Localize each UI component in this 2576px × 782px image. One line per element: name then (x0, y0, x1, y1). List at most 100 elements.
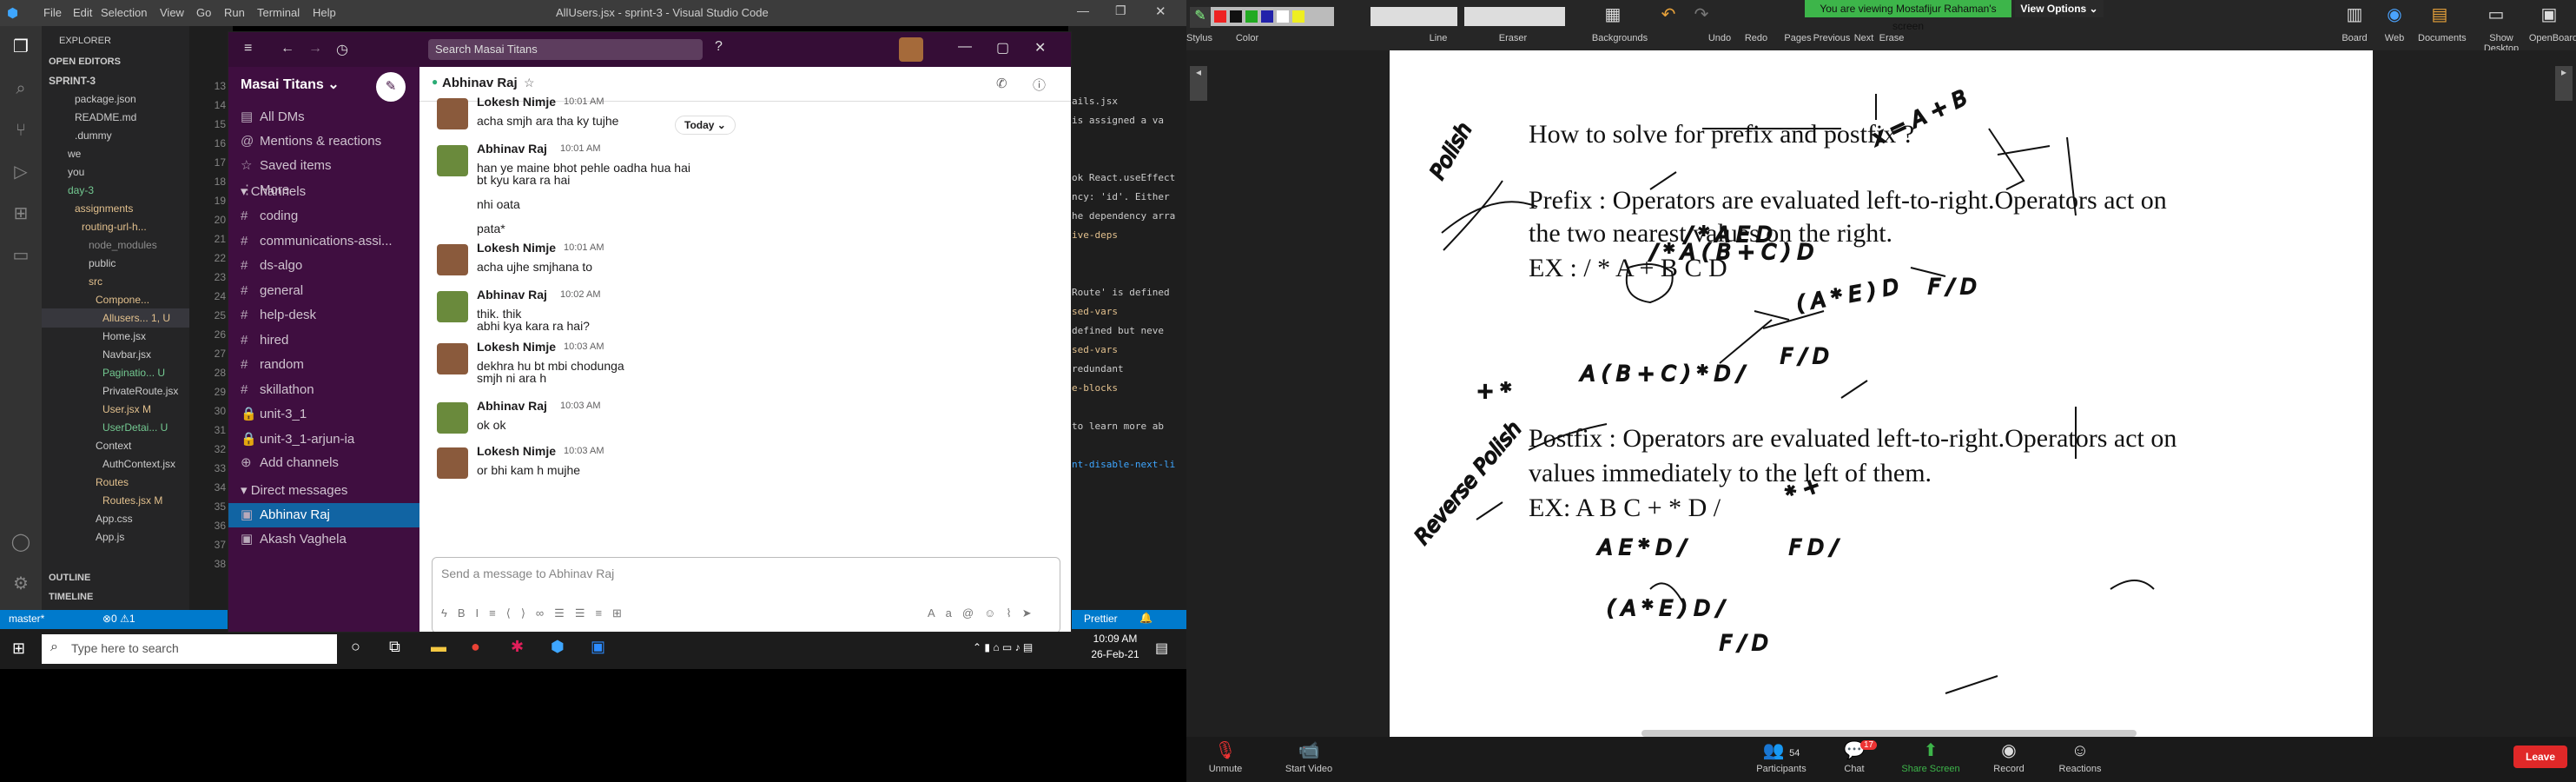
openboard-icon[interactable]: ▣ (2527, 3, 2571, 25)
line-width-selector[interactable] (1371, 7, 1457, 26)
tree-item[interactable]: AuthContext.jsx (102, 454, 175, 474)
format-toolbar[interactable]: ϟBI≡⟨⟩∞☰☰≡⊞ (441, 606, 632, 620)
documents-icon[interactable]: ▤ (2418, 3, 2461, 25)
unmute-button[interactable]: 🎙 Unmute (1186, 740, 1265, 774)
message-time[interactable]: 10:03 AM (564, 341, 604, 352)
channels-header[interactable]: ▾ Channels (228, 180, 419, 204)
tree-item[interactable]: README.md (75, 108, 136, 127)
vscode-taskbar-icon[interactable]: ⬢ (551, 638, 565, 656)
color-blue-swatch[interactable] (1261, 10, 1273, 23)
message-time[interactable]: 10:03 AM (560, 401, 600, 411)
backgrounds-icon[interactable]: ▦ (1574, 3, 1652, 25)
problems-status[interactable]: ⊗0 ⚠1 (102, 613, 135, 625)
message-time[interactable]: 10:01 AM (560, 143, 600, 154)
open-editors-section[interactable]: OPEN EDITORS (49, 52, 121, 71)
slack-close-icon[interactable]: ✕ (1034, 39, 1046, 56)
settings-gear-icon[interactable]: ⚙ (10, 573, 31, 594)
web-icon[interactable]: ◉ (2373, 3, 2416, 25)
today-divider-button[interactable]: Today ⌄ (675, 116, 736, 135)
message-author[interactable]: Lokesh Nimje (477, 444, 556, 458)
color-black-swatch[interactable] (1230, 10, 1242, 23)
message-time[interactable]: 10:01 AM (564, 96, 604, 107)
share-screen-button[interactable]: ⬆ Share Screen (1892, 740, 1970, 774)
hamburger-menu-icon[interactable]: ≡ (244, 41, 252, 56)
timeline-section[interactable]: TIMELINE (49, 587, 93, 606)
tree-item[interactable]: PrivateRoute.jsx (102, 381, 178, 401)
dm-header[interactable]: ▾ Direct messages (228, 479, 419, 503)
channel-item[interactable]: # coding (228, 204, 419, 229)
whiteboard-canvas[interactable]: How to solve for prefix and postfix ? Pr… (1390, 50, 2373, 737)
eraser-size-selector[interactable] (1464, 7, 1565, 26)
message-time[interactable]: 10:03 AM (564, 446, 604, 456)
view-options-button[interactable]: View Options ⌄ (2015, 0, 2104, 17)
windows-start-icon[interactable]: ⊞ (12, 640, 25, 658)
menu-run[interactable]: Run (224, 6, 245, 19)
right-dock-toggle-icon[interactable]: ▸ (2555, 66, 2573, 101)
menu-selection[interactable]: Selection (101, 6, 147, 19)
channel-item[interactable]: 🔒 unit-3_1-arjun-ia (228, 427, 419, 452)
menu-file[interactable]: File (43, 6, 62, 19)
channel-item[interactable]: # help-desk (228, 303, 419, 328)
tree-item[interactable]: App.js (96, 527, 124, 547)
phone-icon[interactable]: ✆ (996, 76, 1007, 91)
menu-help[interactable]: Help (313, 6, 336, 19)
redo-icon[interactable]: ↷ (1680, 3, 1723, 25)
message-author[interactable]: Lokesh Nimje (477, 340, 556, 354)
workspace-name[interactable]: Masai Titans ⌄ (241, 76, 340, 93)
tree-item[interactable]: day-3 (68, 181, 94, 200)
branch-status[interactable]: master* (9, 613, 44, 625)
color-palette[interactable] (1211, 7, 1334, 26)
star-icon[interactable]: ☆ (524, 76, 535, 90)
forward-arrow-icon[interactable]: → (308, 41, 322, 56)
message-author[interactable]: Lokesh Nimje (477, 241, 556, 255)
info-icon[interactable]: ⓘ (1033, 76, 1046, 94)
cortana-icon[interactable]: ○ (351, 638, 360, 656)
tree-item[interactable]: User.jsx M (102, 400, 151, 419)
tree-item[interactable]: routing-url-h... (82, 217, 147, 236)
avatar[interactable] (437, 145, 468, 176)
tree-item[interactable]: Home.jsx (102, 327, 146, 346)
message-author[interactable]: Lokesh Nimje (477, 95, 556, 109)
taskbar-search-box[interactable]: ⌕ Type here to search (42, 634, 337, 664)
task-view-icon[interactable]: ⧉ (389, 638, 400, 656)
file-explorer-icon[interactable]: ▬ (431, 638, 446, 656)
tree-item[interactable]: we (68, 144, 81, 163)
channel-item[interactable]: # hired (228, 328, 419, 353)
dm-item-abhinav-raj[interactable]: ▣ Abhinav Raj (228, 503, 419, 527)
menu-go[interactable]: Go (196, 6, 211, 19)
chat-button[interactable]: 💬 17 Chat (1815, 740, 1893, 774)
zoom-taskbar-icon[interactable]: ▣ (591, 638, 605, 656)
tree-item[interactable]: src (89, 272, 102, 291)
color-white-swatch[interactable] (1277, 10, 1289, 23)
files-icon[interactable]: ❐ (10, 36, 31, 57)
composer-input[interactable]: Send a message to Abhinav Raj (441, 567, 614, 580)
tree-item[interactable]: Context (96, 436, 131, 455)
tree-item[interactable]: Routes.jsx M (102, 491, 162, 510)
board-icon[interactable]: ▥ (2333, 3, 2376, 25)
leave-button[interactable]: Leave (2513, 746, 2567, 768)
channel-item[interactable]: # ds-algo (228, 254, 419, 278)
channel-item[interactable]: # random (228, 353, 419, 377)
source-control-icon[interactable]: ⑂ (10, 120, 31, 141)
tree-item[interactable]: App.css (96, 509, 133, 528)
avatar[interactable] (437, 447, 468, 479)
record-button[interactable]: ◉ Record (1970, 740, 2048, 774)
tree-item[interactable]: public (89, 254, 116, 273)
channel-item[interactable]: # general (228, 279, 419, 303)
color-green-swatch[interactable] (1245, 10, 1258, 23)
add-channels-button[interactable]: ⊕ Add channels (228, 451, 419, 475)
stylus-icon[interactable]: ✎ (1190, 7, 1211, 28)
message-author[interactable]: Abhinav Raj (477, 399, 547, 413)
slack-search-input[interactable]: Search Masai Titans (428, 39, 703, 60)
avatar[interactable] (437, 98, 468, 129)
tree-item[interactable]: node_modules (89, 235, 157, 255)
run-debug-icon[interactable]: ▷ (10, 162, 31, 182)
tree-item[interactable]: Navbar.jsx (102, 345, 151, 364)
tree-item[interactable]: Routes (96, 473, 129, 492)
menu-edit[interactable]: Edit (73, 6, 92, 19)
channel-item[interactable]: # communications-assi... (228, 229, 419, 254)
extensions-icon[interactable]: ⊞ (10, 203, 31, 224)
tree-item[interactable]: .dummy (75, 126, 112, 145)
message-composer[interactable]: Send a message to Abhinav Raj ϟBI≡⟨⟩∞☰☰≡… (432, 557, 1060, 632)
menu-view[interactable]: View (160, 6, 184, 19)
